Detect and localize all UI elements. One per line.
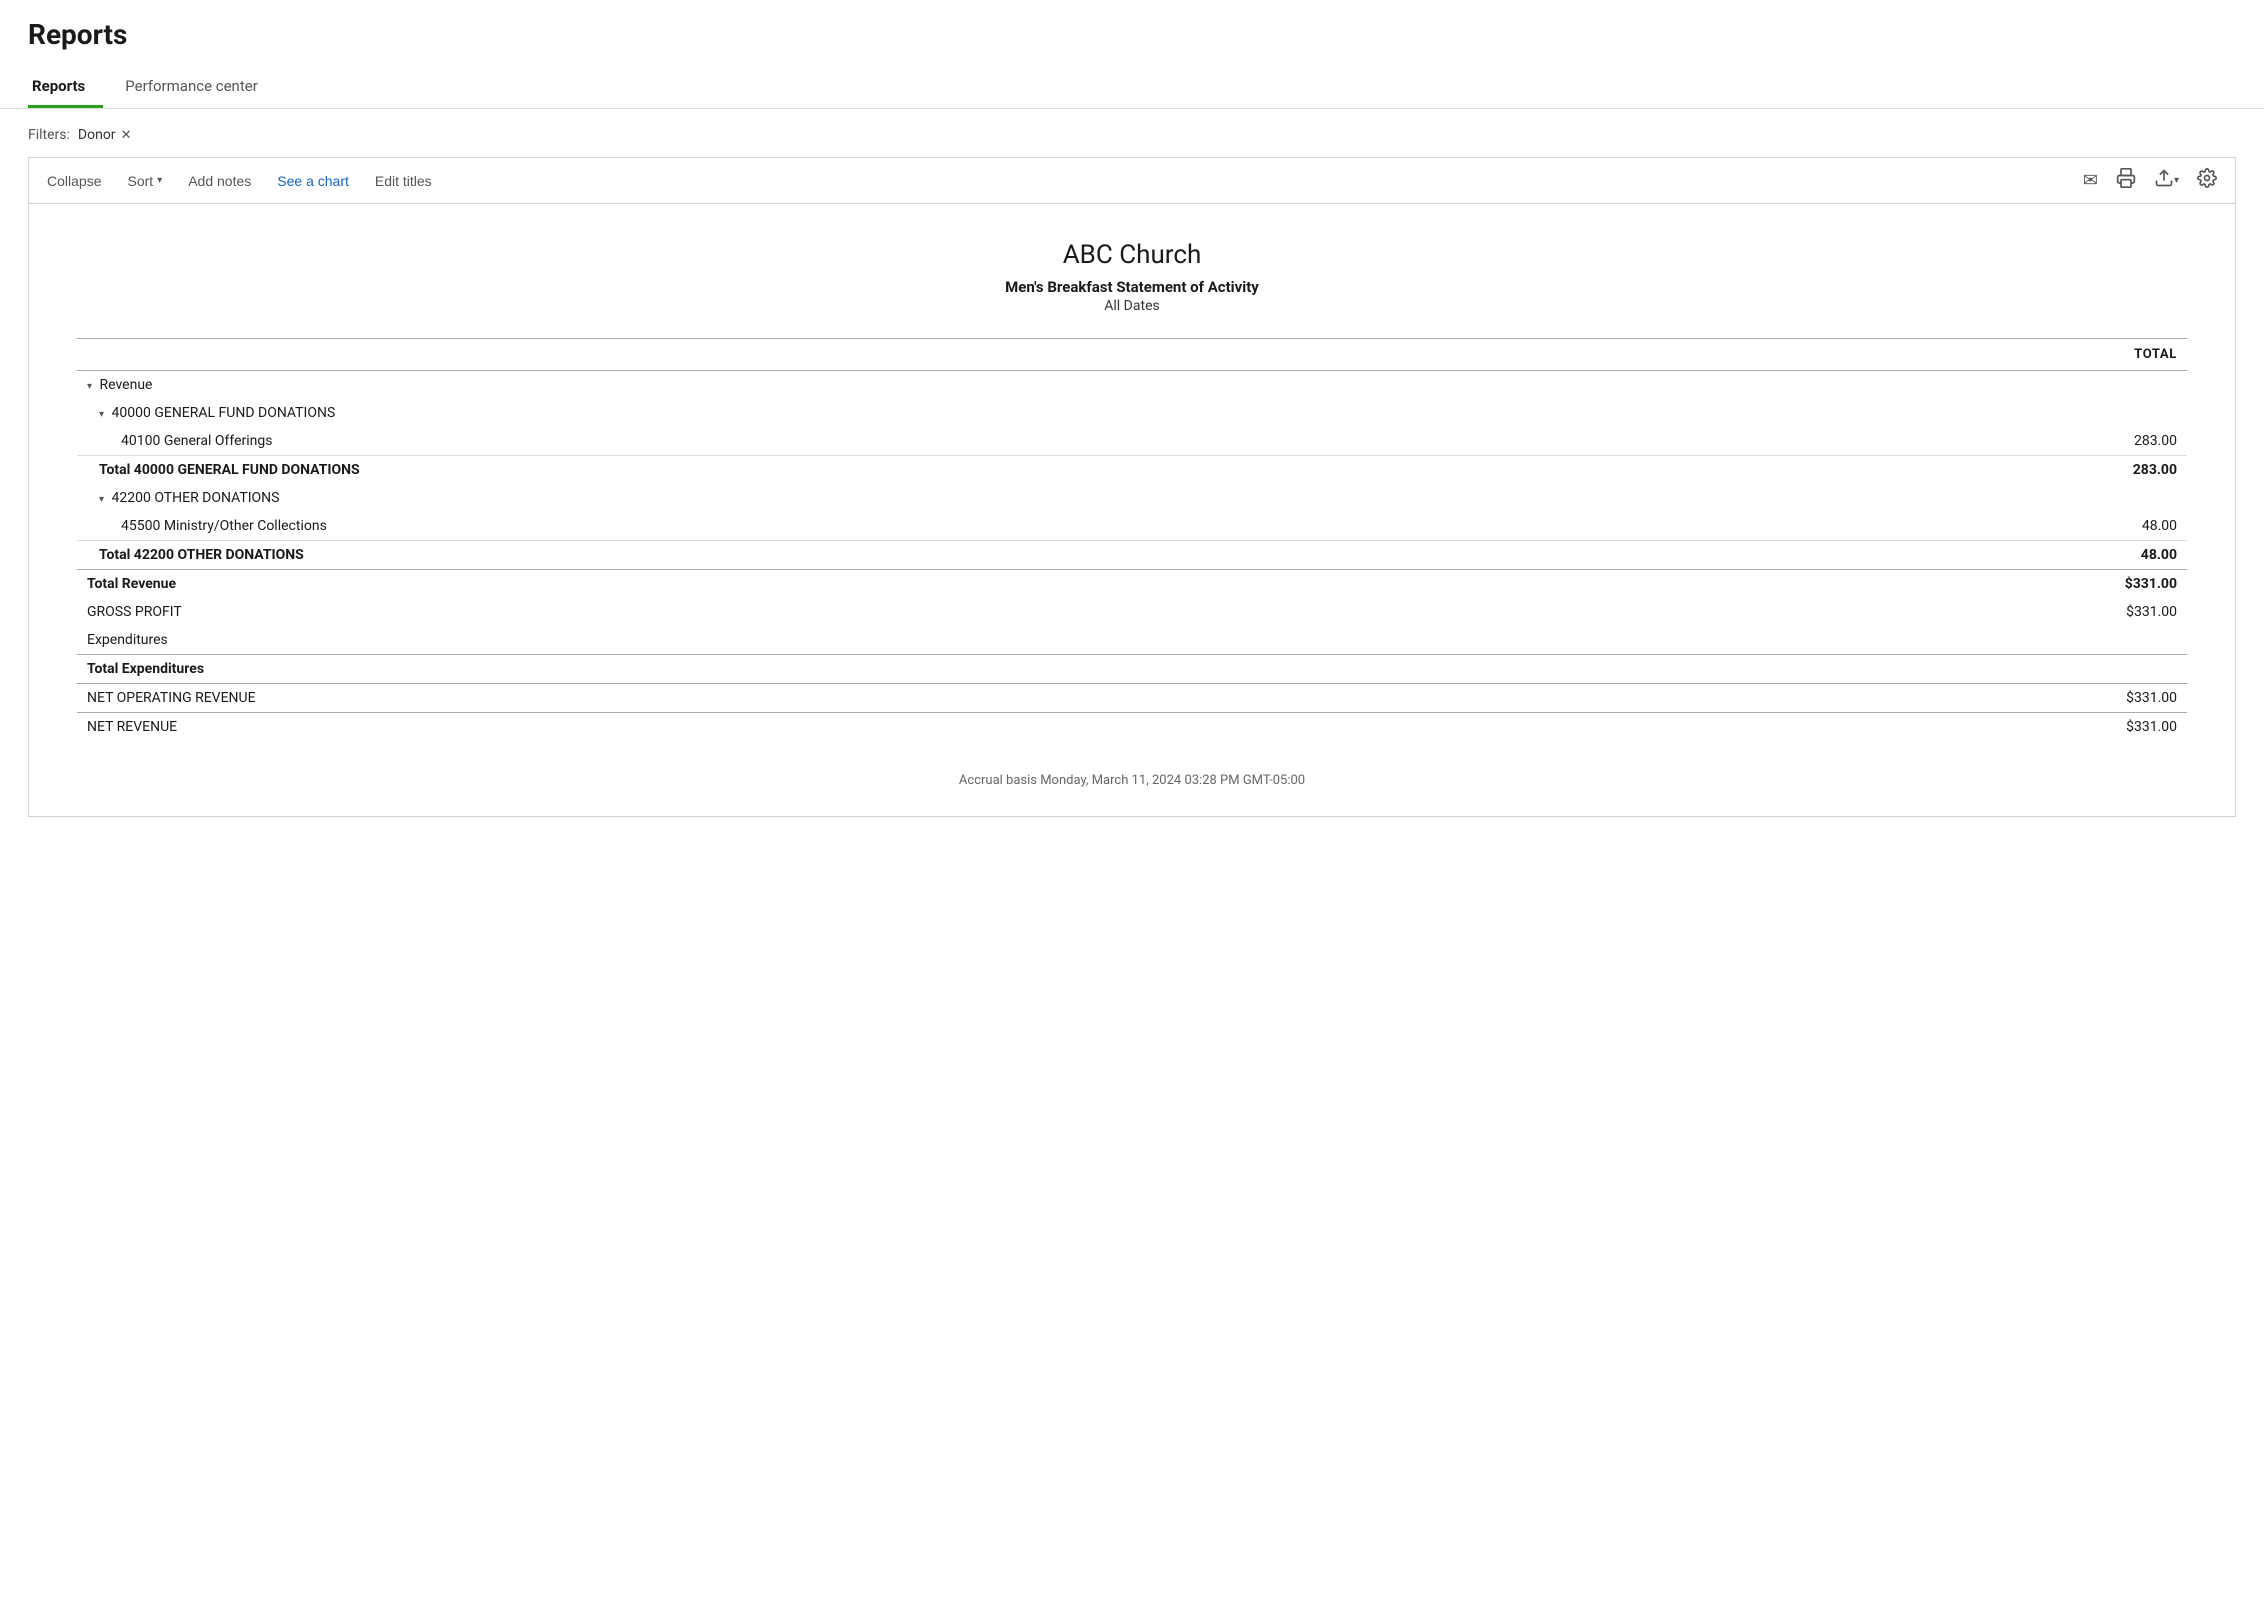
row-value bbox=[1751, 626, 2187, 655]
report-footer: Accrual basis Monday, March 11, 2024 03:… bbox=[77, 765, 2187, 788]
row-value: $331.00 bbox=[1751, 684, 2187, 713]
row-value: 48.00 bbox=[1751, 512, 2187, 541]
table-row: ▾ Revenue bbox=[77, 371, 2187, 400]
tab-reports[interactable]: Reports bbox=[28, 67, 103, 108]
report-org-name: ABC Church bbox=[77, 240, 2187, 270]
table-header-row: TOTAL bbox=[77, 339, 2187, 371]
collapse-button[interactable]: Collapse bbox=[43, 171, 105, 191]
row-value: 48.00 bbox=[1751, 541, 2187, 570]
row-label: ▾ 42200 OTHER DONATIONS bbox=[77, 484, 1751, 512]
tab-performance-center[interactable]: Performance center bbox=[121, 67, 276, 108]
report-subtitle: Men's Breakfast Statement of Activity bbox=[77, 278, 2187, 296]
add-notes-button[interactable]: Add notes bbox=[184, 171, 255, 191]
export-button[interactable]: ▾ bbox=[2150, 166, 2183, 195]
table-row: NET REVENUE $331.00 bbox=[77, 713, 2187, 742]
table-row: GROSS PROFIT $331.00 bbox=[77, 598, 2187, 626]
table-row: Total Revenue $331.00 bbox=[77, 570, 2187, 599]
row-value: $331.00 bbox=[1751, 570, 2187, 599]
row-label: GROSS PROFIT bbox=[77, 598, 1751, 626]
row-label: NET OPERATING REVENUE bbox=[77, 684, 1751, 713]
row-value: 283.00 bbox=[1751, 427, 2187, 456]
table-row: ▾ 40000 GENERAL FUND DONATIONS bbox=[77, 399, 2187, 427]
mail-button[interactable]: ✉ bbox=[2079, 168, 2102, 193]
row-label: ▾ 40000 GENERAL FUND DONATIONS bbox=[77, 399, 1751, 427]
report-title-section: ABC Church Men's Breakfast Statement of … bbox=[77, 240, 2187, 314]
table-row: NET OPERATING REVENUE $331.00 bbox=[77, 684, 2187, 713]
row-value: $331.00 bbox=[1751, 713, 2187, 742]
report-date-range: All Dates bbox=[77, 298, 2187, 314]
table-row: Total Expenditures bbox=[77, 655, 2187, 684]
table-row: Expenditures bbox=[77, 626, 2187, 655]
row-label: Expenditures bbox=[77, 626, 1751, 655]
sort-chevron-icon: ▾ bbox=[157, 175, 162, 186]
row-label: Total Expenditures bbox=[77, 655, 1751, 684]
row-value bbox=[1751, 655, 2187, 684]
row-label: NET REVENUE bbox=[77, 713, 1751, 742]
export-chevron-icon: ▾ bbox=[2174, 175, 2179, 186]
chevron-icon: ▾ bbox=[87, 381, 92, 392]
row-label: Total Revenue bbox=[77, 570, 1751, 599]
row-value bbox=[1751, 371, 2187, 400]
table-row: 45500 Ministry/Other Collections 48.00 bbox=[77, 512, 2187, 541]
col-description-header bbox=[77, 339, 1751, 371]
export-icon bbox=[2154, 168, 2174, 193]
row-value: 283.00 bbox=[1751, 456, 2187, 485]
row-label: ▾ Revenue bbox=[77, 371, 1751, 400]
filters-bar: Filters: Donor ✕ bbox=[28, 127, 2236, 143]
sort-button[interactable]: Sort ▾ bbox=[123, 171, 166, 191]
print-button[interactable] bbox=[2112, 166, 2140, 195]
page-title: Reports bbox=[28, 18, 2236, 51]
report-container: ABC Church Men's Breakfast Statement of … bbox=[28, 203, 2236, 817]
page-header: Reports Reports Performance center bbox=[0, 0, 2264, 109]
row-value bbox=[1751, 399, 2187, 427]
toolbar: Collapse Sort ▾ Add notes See a chart Ed… bbox=[28, 157, 2236, 203]
report-table: TOTAL ▾ Revenue ▾ 40000 GENERAL FUND DON bbox=[77, 338, 2187, 741]
tab-bar: Reports Performance center bbox=[28, 67, 2236, 108]
row-label: 40100 General Offerings bbox=[77, 427, 1751, 456]
toolbar-right: ✉ ▾ bbox=[2079, 166, 2221, 195]
edit-titles-button[interactable]: Edit titles bbox=[371, 171, 436, 191]
row-label: 45500 Ministry/Other Collections bbox=[77, 512, 1751, 541]
row-label: Total 40000 GENERAL FUND DONATIONS bbox=[77, 456, 1751, 485]
table-row: ▾ 42200 OTHER DONATIONS bbox=[77, 484, 2187, 512]
table-row: Total 42200 OTHER DONATIONS 48.00 bbox=[77, 541, 2187, 570]
table-row: Total 40000 GENERAL FUND DONATIONS 283.0… bbox=[77, 456, 2187, 485]
filter-tag-donor: Donor ✕ bbox=[78, 127, 132, 143]
filters-label: Filters: bbox=[28, 127, 70, 143]
main-content: Filters: Donor ✕ Collapse Sort ▾ Add not… bbox=[0, 109, 2264, 817]
settings-button[interactable] bbox=[2193, 166, 2221, 195]
table-row: 40100 General Offerings 283.00 bbox=[77, 427, 2187, 456]
print-icon bbox=[2116, 168, 2136, 193]
chevron-icon: ▾ bbox=[99, 409, 104, 420]
row-value bbox=[1751, 484, 2187, 512]
toolbar-left: Collapse Sort ▾ Add notes See a chart Ed… bbox=[43, 171, 436, 191]
see-chart-button[interactable]: See a chart bbox=[273, 171, 353, 191]
row-label: Total 42200 OTHER DONATIONS bbox=[77, 541, 1751, 570]
chevron-icon: ▾ bbox=[99, 494, 104, 505]
col-total-header: TOTAL bbox=[1751, 339, 2187, 371]
row-value: $331.00 bbox=[1751, 598, 2187, 626]
filter-remove-button[interactable]: ✕ bbox=[121, 128, 132, 143]
settings-icon bbox=[2197, 168, 2217, 193]
mail-icon: ✉ bbox=[2083, 170, 2098, 191]
filter-tag-label: Donor bbox=[78, 127, 116, 143]
